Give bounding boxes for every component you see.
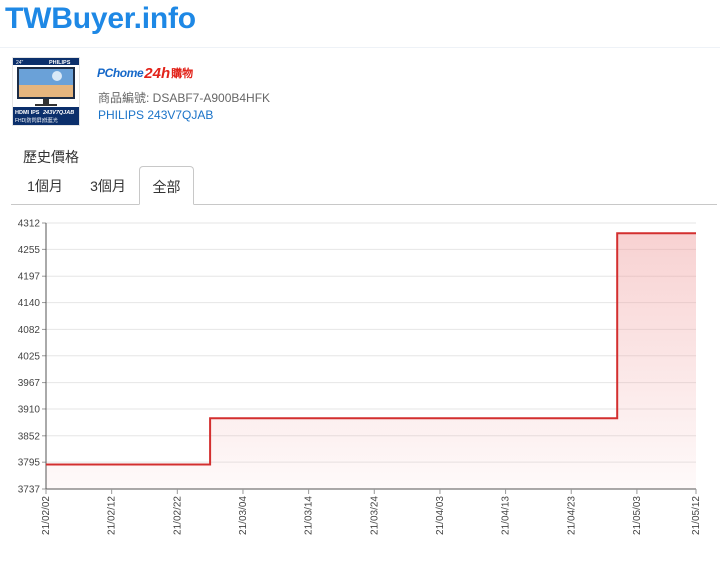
x-tick-label: 21/02/22	[172, 496, 183, 535]
x-tick-label: 21/04/03	[435, 496, 446, 535]
x-tick-label: 21/03/24	[369, 496, 380, 535]
y-tick-label: 4312	[18, 219, 41, 230]
monitor-image: 24" PHILIPS HDMI IPS 243V7QJAB FHD|防閃屏|低…	[13, 58, 79, 125]
tab-1-month[interactable]: 1個月	[13, 166, 77, 204]
product-name-link[interactable]: PHILIPS 243V7QJAB	[98, 108, 213, 122]
x-tick-label: 21/04/13	[501, 496, 512, 535]
x-tick-label: 21/03/04	[238, 496, 249, 535]
thumb-brand: PHILIPS	[49, 60, 71, 66]
x-tick-label: 21/03/14	[304, 496, 315, 535]
product-code: DSABF7-A900B4HFK	[152, 91, 271, 105]
y-tick-label: 4140	[18, 298, 41, 309]
x-tick-label: 21/05/12	[691, 496, 702, 535]
price-history-chart: 3737 3795 3852 3910 3967 4025 4082 4140 4197 4255…	[0, 207, 720, 573]
price-history-chart-svg: 3737 3795 3852 3910 3967 4025 4082 4140 4197 4255…	[18, 219, 702, 535]
tab-3-months[interactable]: 3個月	[77, 166, 139, 204]
y-tick-label: 3795	[18, 458, 41, 469]
x-tick-label: 21/04/23	[566, 496, 577, 535]
history-tabs: 1個月 3個月 全部	[11, 166, 717, 205]
x-tick-label: 21/02/12	[107, 496, 118, 535]
store-logo-part3: 購物	[171, 68, 194, 80]
product-thumbnail[interactable]: 24" PHILIPS HDMI IPS 243V7QJAB FHD|防閃屏|低…	[12, 57, 80, 126]
product-code-label: 商品編號:	[98, 91, 153, 105]
site-header: TWBuyer.info	[0, 0, 720, 48]
thumb-size: 24"	[16, 60, 24, 66]
thumb-model: 243V7QJAB	[42, 110, 74, 116]
y-tick-label: 3852	[18, 431, 41, 442]
history-title: 歷史價格	[23, 149, 79, 165]
y-tick-label: 3910	[18, 404, 41, 415]
y-tick-label: 3737	[18, 485, 41, 496]
store-logo-part2: 24h	[144, 64, 171, 82]
store-logo-part1: PChome	[97, 66, 144, 80]
store-logo[interactable]: PChome 24h 購物	[97, 64, 193, 82]
y-tick-label: 4197	[18, 272, 41, 283]
thumb-features: FHD|防閃屏|低藍光	[15, 117, 58, 124]
site-logo[interactable]: TWBuyer.info	[5, 2, 196, 36]
thumb-badges: HDMI IPS	[15, 110, 40, 116]
y-tick-label: 4255	[18, 245, 41, 256]
product-code-row: 商品編號: DSABF7-A900B4HFK	[98, 89, 270, 106]
price-area-fill	[46, 233, 696, 489]
y-tick-label: 4025	[18, 351, 41, 362]
tab-all[interactable]: 全部	[139, 166, 194, 205]
y-tick-label: 4082	[18, 325, 41, 336]
x-tick-label: 21/05/03	[632, 496, 643, 535]
y-tick-label: 3967	[18, 378, 41, 389]
x-tick-label: 21/02/02	[41, 496, 52, 535]
